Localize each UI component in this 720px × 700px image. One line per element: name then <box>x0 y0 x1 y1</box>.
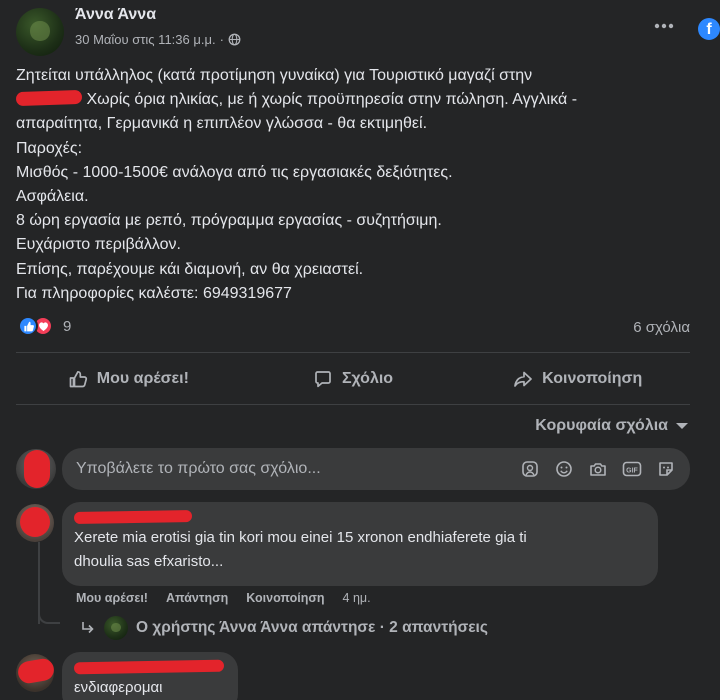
share-button[interactable]: Κοινοποίηση <box>465 356 690 402</box>
thread-connector <box>38 600 60 624</box>
redaction-mark <box>15 90 83 107</box>
post-body: Ζητείται υπάλληλος (κατά προτίμηση γυναί… <box>15 64 706 306</box>
post-author[interactable]: Άννα Άννα <box>75 6 156 24</box>
comment-text: ενδιαφερομαι <box>74 679 163 696</box>
post-text-line: Ευχάριστο περιβάλλον. <box>16 236 181 254</box>
author-avatar[interactable] <box>16 8 64 56</box>
divider <box>16 352 690 353</box>
post-action-bar: Μου αρέσει! Σχόλιο Κοινοποίηση <box>16 356 690 402</box>
comment-button[interactable]: Σχόλιο <box>241 356 466 402</box>
redaction-mark <box>73 509 193 525</box>
comment-input[interactable]: Υποβάλετε το πρώτο σας σχόλιο... <box>76 460 520 478</box>
share-button-label: Κοινοποίηση <box>542 370 643 387</box>
like-reaction-icon <box>18 316 38 336</box>
post-timestamp[interactable]: 30 Μαΐου στις 11:36 μ.μ. <box>75 32 216 47</box>
more-dots-icon <box>654 23 674 29</box>
comment-like-button[interactable]: Μου αρέσει! <box>76 591 148 605</box>
commenter-name[interactable] <box>73 509 646 526</box>
post-text-line: Ζητείται υπάλληλος (κατά προτίμηση γυναί… <box>16 67 533 84</box>
gif-icon[interactable]: GIF <box>622 459 642 479</box>
comment-timestamp[interactable]: 4 ημ. <box>343 591 371 605</box>
meta-separator: · <box>219 32 224 47</box>
like-button[interactable]: Μου αρέσει! <box>16 356 241 402</box>
reply-arrow-icon <box>82 622 94 634</box>
thumbs-up-icon <box>69 370 87 388</box>
post-meta: 30 Μαΐου στις 11:36 μ.μ. · <box>75 32 241 47</box>
reactions-summary[interactable]: 9 <box>18 316 71 336</box>
emoji-icon[interactable] <box>554 459 574 479</box>
comment-text: Xerete mia erotisi gia tin kori mou eine… <box>74 526 646 574</box>
post-text-line: Για πληροφορίες καλέστε: 6949319677 <box>16 284 292 302</box>
redaction-mark <box>73 659 225 675</box>
comment-count[interactable]: 6 σχόλια <box>633 319 690 336</box>
redaction-mark <box>20 507 50 537</box>
redaction-mark <box>24 450 50 488</box>
divider <box>16 404 690 405</box>
comment-composer[interactable]: Υποβάλετε το πρώτο σας σχόλιο... GIF <box>62 448 690 490</box>
comment-bubble: ενδιαφερομαι <box>62 652 238 700</box>
like-button-label: Μου αρέσει! <box>96 370 189 387</box>
post-text-line: 8 ώρη εργασία με ρεπό, πρόγραμμα εργασία… <box>16 212 442 230</box>
comment-reply-button[interactable]: Απάντηση <box>166 591 228 605</box>
comment-sort-dropdown[interactable]: Κορυφαία σχόλια <box>535 417 688 435</box>
post-text-fragment: Χωρίς όρια ηλικίας, με ή χωρίς προϋπηρεσ… <box>82 91 578 109</box>
composer-tools: GIF <box>520 459 676 479</box>
more-options-button[interactable] <box>652 14 676 38</box>
comment-text-line: Xerete mia erotisi gia tin kori mou eine… <box>74 529 527 546</box>
post-text-line: Χωρίς όρια ηλικίας, με ή χωρίς προϋπηρεσ… <box>15 88 706 112</box>
post-text-line: Ασφάλεια. <box>16 188 89 206</box>
comment-bubble: Xerete mia erotisi gia tin kori mou eine… <box>62 502 658 586</box>
replies-label: Ο χρήστης Άννα Άννα απάντησε · 2 απαντήσ… <box>136 619 488 636</box>
globe-icon <box>228 33 241 46</box>
sort-label: Κορυφαία σχόλια <box>535 417 668 434</box>
replier-avatar <box>104 616 128 640</box>
comment-share-button[interactable]: Κοινοποίηση <box>246 591 324 605</box>
view-replies-link[interactable]: Ο χρήστης Άννα Άννα απάντησε · 2 απαντήσ… <box>80 616 488 640</box>
avatar-sticker-icon[interactable] <box>520 459 540 479</box>
svg-text:GIF: GIF <box>626 467 638 474</box>
sticker-icon[interactable] <box>656 459 676 479</box>
post-text-line: Παροχές: <box>16 139 83 157</box>
comment-bubble-icon <box>315 371 331 388</box>
facebook-logo-icon[interactable]: f <box>698 18 720 40</box>
comment-button-label: Σχόλιο <box>341 370 394 387</box>
post-text-line: απαραίτητα, Γερμανικά η επιπλέον γλώσσα … <box>16 115 428 133</box>
comment-actions: Μου αρέσει! Απάντηση Κοινοποίηση 4 ημ. <box>76 591 371 605</box>
camera-icon[interactable] <box>588 459 608 479</box>
reaction-count: 9 <box>63 317 72 335</box>
chevron-down-icon <box>676 423 688 429</box>
post-text-line: Μισθός - 1000-1500€ ανάλογα από τις εργα… <box>16 163 453 181</box>
share-arrow-icon <box>514 371 532 387</box>
post-text-line: Επίσης, παρέχουμε κάι διαμονή, αν θα χρε… <box>16 260 364 278</box>
comment-text-line: dhoulia sas efxaristo... <box>74 553 224 570</box>
commenter-name[interactable] <box>73 659 226 676</box>
